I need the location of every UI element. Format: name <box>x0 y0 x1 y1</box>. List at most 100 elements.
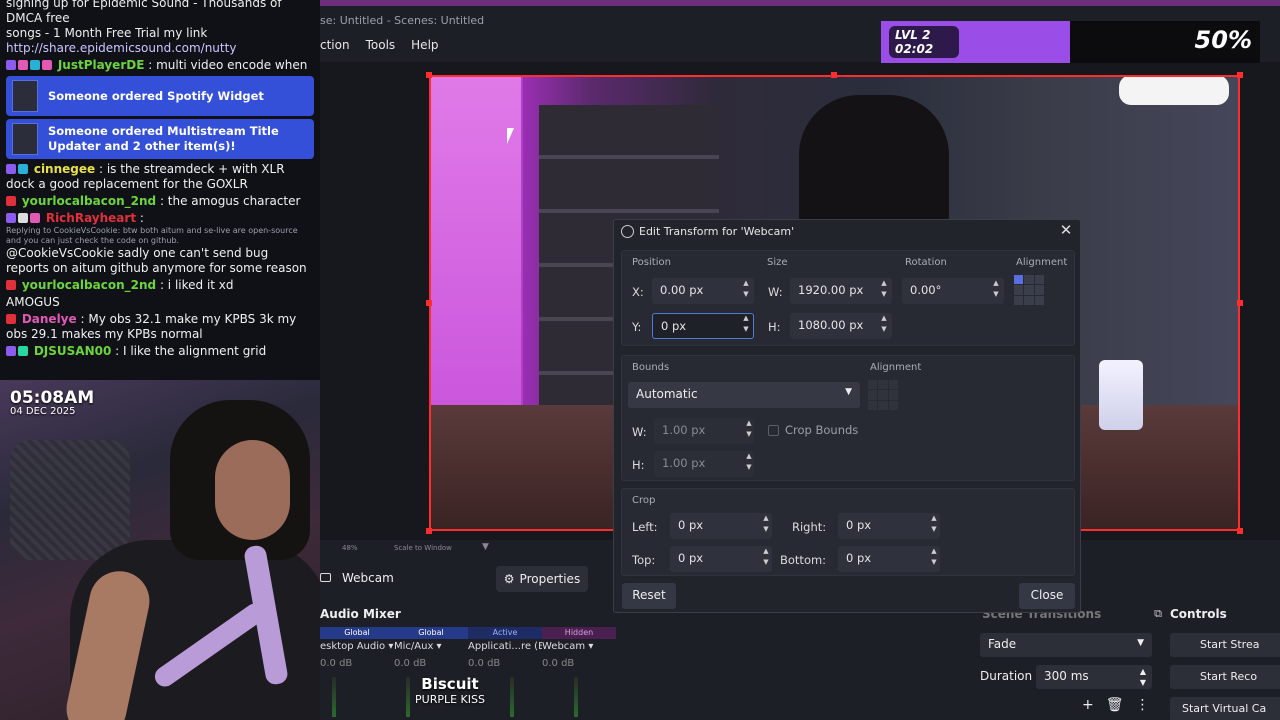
scale-select[interactable]: Scale to Window <box>394 544 452 552</box>
chat-username[interactable]: DJSUSAN00 <box>34 344 111 358</box>
chevron-down-icon[interactable]: ▼ <box>482 542 489 552</box>
bounds-height-field[interactable]: 1.00 px <box>654 451 754 477</box>
stepper-icon[interactable]: ▲ ▼ <box>742 451 756 477</box>
zoom-level: 48% <box>342 544 358 552</box>
transition-select[interactable]: Fade ▼ <box>980 633 1152 657</box>
channel-desktop-audio[interactable]: esktop Audio ▾ <box>320 641 394 652</box>
menu-item-tools[interactable]: Tools <box>366 38 396 56</box>
undock-icon[interactable]: ⧉ <box>1154 607 1162 621</box>
align-cell[interactable] <box>1034 275 1044 285</box>
sub-badge-icon <box>6 60 16 70</box>
channel-application[interactable]: Applicati...re (BETA) ▾ <box>468 641 542 652</box>
heart-badge-icon <box>18 60 28 70</box>
chat-username[interactable]: cinnegee <box>34 162 95 176</box>
close-icon[interactable]: ✕ <box>1058 221 1074 239</box>
trash-icon[interactable]: 🗑 <box>1106 697 1124 713</box>
dialog-title: Edit Transform for 'Webcam' <box>639 225 795 238</box>
stepper-icon[interactable]: ▲ ▼ <box>742 418 756 444</box>
song-artist: PURPLE KISS <box>415 693 485 706</box>
align-cell <box>878 400 888 410</box>
crop-left-field[interactable]: 0 px <box>670 513 772 539</box>
scene-transitions-panel: Scene Transitions ⧉ Fade ▼ Duration 300 … <box>974 605 1164 720</box>
crop-right-field[interactable]: 0 px <box>838 513 940 539</box>
alignment-grid[interactable] <box>1014 275 1044 305</box>
chat-reply-context: Replying to CookieVsCookie: btw both ait… <box>6 226 298 245</box>
stepper-icon[interactable]: ▲ ▼ <box>927 546 941 572</box>
resize-handle[interactable] <box>1237 300 1243 306</box>
close-button[interactable]: Close <box>1019 583 1075 609</box>
align-cell[interactable] <box>1024 285 1034 295</box>
properties-button[interactable]: ⚙ Properties <box>496 566 588 592</box>
chat-username[interactable]: RichRayheart <box>46 211 136 225</box>
chat-username[interactable]: yourlocalbacon_2nd <box>22 278 156 292</box>
crop-top-field[interactable]: 0 px <box>670 546 772 572</box>
resize-handle[interactable] <box>831 72 837 78</box>
start-virtual-camera-button[interactable]: Start Virtual Ca <box>1170 697 1280 720</box>
align-cell[interactable] <box>1024 295 1034 305</box>
mixer-channels: esktop Audio ▾ Mic/Aux ▾ Applicati...re … <box>320 641 616 652</box>
title-accent <box>320 0 1280 6</box>
resize-handle[interactable] <box>426 300 432 306</box>
mixer-title: Audio Mixer <box>320 607 401 621</box>
align-cell[interactable] <box>1014 275 1024 285</box>
now-playing: Biscuit PURPLE KISS <box>370 675 530 706</box>
resize-handle[interactable] <box>426 72 432 78</box>
crop-bounds-checkbox[interactable] <box>768 425 779 436</box>
more-icon[interactable]: ⋮ <box>1136 697 1150 713</box>
stepper-icon[interactable]: ▲ ▼ <box>759 513 773 539</box>
level-label: LVL 2 <box>895 28 931 42</box>
volume-meter <box>332 677 336 717</box>
start-recording-button[interactable]: Start Reco <box>1170 665 1280 689</box>
heart-badge-icon <box>42 60 52 70</box>
chat-promo-line2: songs - 1 Month Free Trial my link <box>6 26 208 40</box>
resize-handle[interactable] <box>1237 72 1243 78</box>
chat-promo-link[interactable]: http://share.epidemicsound.com/nutty <box>6 41 314 56</box>
align-cell <box>888 400 898 410</box>
resize-handle[interactable] <box>426 528 432 534</box>
align-cell[interactable] <box>1034 295 1044 305</box>
reset-button[interactable]: Reset <box>622 583 676 609</box>
bounds-type-select[interactable]: Automatic ▼ <box>628 382 860 408</box>
menu-item-help[interactable]: Help <box>411 38 438 56</box>
channel-webcam[interactable]: Webcam ▾ <box>542 641 616 652</box>
stepper-icon[interactable]: ▲ ▼ <box>739 313 753 339</box>
webcam-feed: 05:08AM 04 DEC 2025 <box>0 380 320 720</box>
heart-badge-icon <box>30 213 40 223</box>
youtube-icon <box>6 280 16 290</box>
crop-bounds-label: Crop Bounds <box>785 423 859 437</box>
crop-bottom-field[interactable]: 0 px <box>838 546 940 572</box>
mixer-tags: Global Global Active Hidden <box>320 627 616 639</box>
shield-badge-icon <box>18 213 28 223</box>
stepper-icon[interactable]: ▲ ▼ <box>877 313 891 339</box>
stepper-icon[interactable]: ▲ ▼ <box>759 546 773 572</box>
stepper-icon[interactable]: ▲ ▼ <box>927 513 941 539</box>
chat-username[interactable]: JustPlayerDE <box>58 58 145 72</box>
chat-username[interactable]: yourlocalbacon_2nd <box>22 194 156 208</box>
stepper-icon[interactable]: ▲ ▼ <box>877 278 891 304</box>
align-cell[interactable] <box>1014 285 1024 295</box>
stepper-icon[interactable]: ▲ ▼ <box>739 278 753 304</box>
transform-group: Position Size Rotation Alignment X: 0.00… <box>621 250 1075 346</box>
bounds-width-field[interactable]: 1.00 px <box>654 418 754 444</box>
start-streaming-button[interactable]: Start Strea <box>1170 633 1280 657</box>
obs-logo-icon <box>621 225 634 238</box>
stepper-icon[interactable]: ▲ ▼ <box>989 278 1003 304</box>
chat-username[interactable]: Danelye <box>22 312 77 326</box>
stepper-icon[interactable]: ▲ ▼ <box>1140 666 1146 688</box>
channel-mic-aux[interactable]: Mic/Aux ▾ <box>394 641 468 652</box>
align-cell[interactable] <box>1034 285 1044 295</box>
duration-value: 300 ms <box>1044 669 1089 683</box>
height-label: H: <box>768 320 781 334</box>
chair-image <box>10 440 130 560</box>
align-cell[interactable] <box>1014 295 1024 305</box>
add-icon[interactable]: + <box>1082 697 1094 713</box>
menu-item-scene-collection[interactable]: ction <box>320 38 350 56</box>
duration-field[interactable]: 300 ms ▲ ▼ <box>1036 665 1152 689</box>
align-cell <box>888 380 898 390</box>
align-cell[interactable] <box>1024 275 1034 285</box>
resize-handle[interactable] <box>1237 528 1243 534</box>
width-label: W: <box>768 285 783 299</box>
chat-panel: signing up for Epidemic Sound - Thousand… <box>0 0 320 380</box>
level-widget: LVL 2 02:02 <box>881 21 1070 63</box>
bottom-label: Bottom: <box>780 553 827 567</box>
